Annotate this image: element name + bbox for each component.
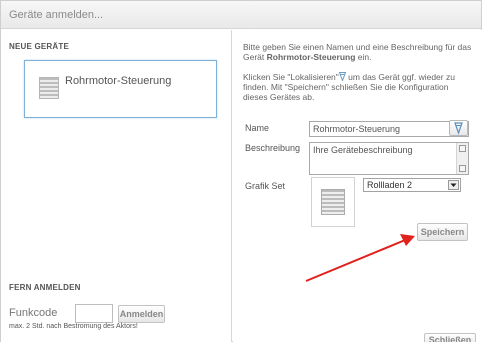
intro-2-prefix: Klicken Sie "Lokalisieren" — [243, 72, 339, 82]
locate-icon — [454, 122, 463, 135]
scroll-down-icon[interactable] — [459, 165, 466, 172]
register-devices-dialog: Geräte anmelden... NEUE GERÄTE Rohrmotor… — [0, 0, 482, 342]
grafik-set-select[interactable]: Rollladen 2 — [363, 178, 461, 192]
remote-register-heading: FERN ANMELDEN — [9, 283, 81, 292]
grafik-set-selected: Rollladen 2 — [367, 180, 413, 190]
description-label: Beschreibung — [245, 143, 301, 153]
intro-text-2: Klicken Sie "Lokalisieren" um das Gerät … — [243, 72, 475, 102]
description-textarea[interactable]: Ihre Gerätebeschreibung — [309, 142, 469, 175]
name-input[interactable] — [309, 121, 469, 137]
dialog-title: Geräte anmelden... — [9, 9, 104, 21]
device-config-pane: Bitte geben Sie einen Namen und eine Bes… — [233, 30, 482, 342]
dialog-titlebar: Geräte anmelden... — [1, 1, 481, 29]
funkcode-label: Funkcode — [9, 307, 58, 319]
intro-text-1: Bitte geben Sie einen Namen und eine Bes… — [243, 42, 475, 62]
locate-button[interactable] — [449, 120, 468, 136]
roller-shutter-icon — [321, 189, 345, 215]
new-devices-pane: NEUE GERÄTE Rohrmotor-Steuerung FERN ANM… — [1, 30, 232, 342]
save-button[interactable]: Speichern — [417, 223, 468, 241]
funkcode-input[interactable] — [75, 304, 113, 323]
description-scrollbar[interactable] — [456, 143, 468, 174]
grafik-preview — [311, 177, 355, 227]
remote-hint: max. 2 Std. nach Bestromung des Aktors! — [9, 323, 138, 330]
grafik-set-label: Grafik Set — [245, 181, 286, 191]
new-devices-heading: NEUE GERÄTE — [9, 42, 69, 51]
intro-1-device-name: Rohrmotor-Steuerung — [266, 52, 356, 62]
chevron-down-icon — [448, 180, 459, 190]
device-card[interactable]: Rohrmotor-Steuerung — [24, 60, 217, 118]
roller-shutter-icon — [39, 77, 59, 99]
intro-1-suffix: ein. — [355, 52, 372, 62]
scroll-up-icon[interactable] — [459, 145, 466, 152]
close-button[interactable]: Schließen — [424, 333, 476, 342]
name-label: Name — [245, 123, 270, 133]
register-button[interactable]: Anmelden — [118, 305, 165, 323]
device-card-label: Rohrmotor-Steuerung — [65, 75, 172, 87]
locate-icon — [338, 72, 347, 82]
